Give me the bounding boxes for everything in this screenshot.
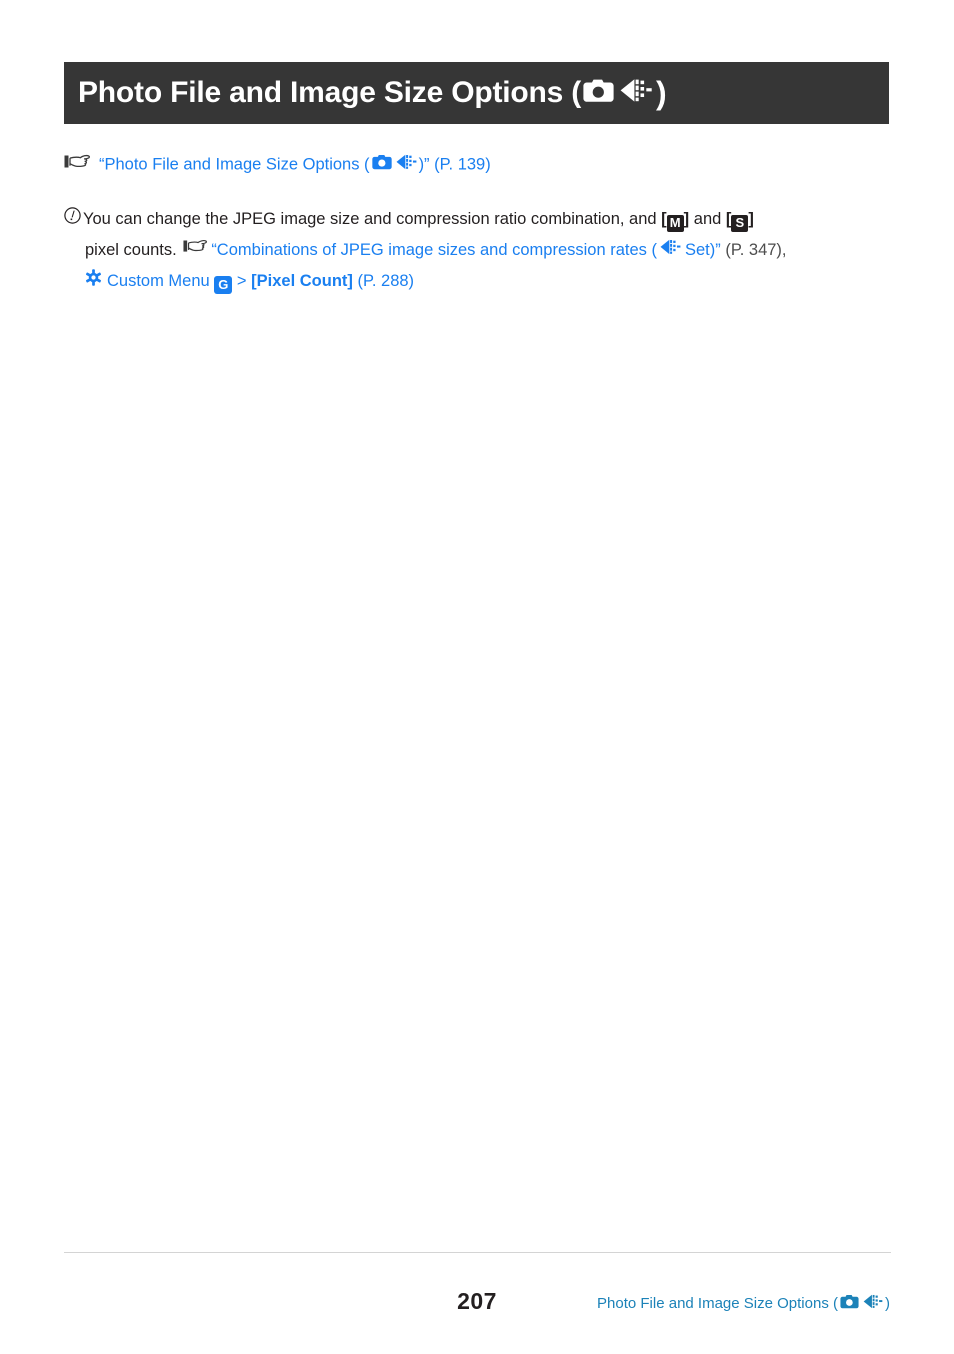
gear-icon (85, 266, 102, 297)
badge-s: S (731, 215, 749, 232)
menu-separator: > (236, 272, 247, 291)
note-line-2-text: pixel counts. (85, 241, 177, 260)
bracket-close-m: ] (683, 210, 690, 228)
image-quality-icon (863, 1294, 884, 1314)
page-title-bar: Photo File and Image Size Options () (64, 62, 889, 124)
footer-section-title: Photo File and Image Size Options () (597, 1294, 890, 1314)
note-line-3: Custom Menu G > [Pixel Count] (P. 288) (64, 266, 864, 297)
pointing-hand-icon (183, 235, 208, 266)
reference-link-text[interactable]: “Photo File and Image Size Options ( )” (… (99, 154, 491, 176)
reference-link-open: “Photo File and Image Size Options ( (99, 155, 370, 174)
image-quality-icon (620, 78, 654, 109)
camera-icon (583, 78, 614, 109)
bracket-open-m: [ (661, 210, 667, 228)
image-quality-icon (396, 154, 418, 176)
note-block: You can change the JPEG image size and c… (64, 204, 864, 297)
badge-m: M (666, 215, 684, 232)
note-line-2-page-ref: (P. 347), (725, 241, 787, 260)
note-line-3-page-ref: (P. 288) (357, 272, 415, 291)
note-link-combinations[interactable]: “Combinations of JPEG image sizes and co… (211, 241, 657, 259)
camera-icon (840, 1294, 859, 1314)
page-title-text: Photo File and Image Size Options ( (78, 76, 582, 109)
footer-title-text: Photo File and Image Size Options ( (597, 1295, 838, 1312)
bracket-close-s: ] (748, 210, 754, 228)
reference-link-line[interactable]: “Photo File and Image Size Options ( )” (… (64, 153, 491, 177)
pixel-count-setting[interactable]: [Pixel Count] (251, 272, 353, 290)
custom-menu-label[interactable]: Custom Menu (107, 272, 210, 290)
note-line-1-between: and (693, 210, 722, 228)
note-link-combinations-end[interactable]: Set)” (685, 241, 721, 259)
note-line-1: You can change the JPEG image size and c… (64, 204, 864, 235)
manual-page: Photo File and Image Size Options () “P… (0, 0, 954, 1354)
footer-title-close-paren: ) (885, 1295, 890, 1312)
pointing-hand-icon (64, 153, 90, 177)
reference-link-close: )” (418, 155, 430, 174)
page-title-close-paren: ) (656, 75, 667, 111)
note-line-2: pixel counts. “Combinations of JPEG imag… (64, 235, 864, 266)
page-title: Photo File and Image Size Options () (78, 77, 667, 109)
badge-g: G (214, 276, 233, 295)
reference-page-ref: (P. 139) (434, 155, 491, 174)
camera-icon (371, 154, 392, 176)
note-line-1-text: You can change the JPEG image size and c… (83, 210, 657, 228)
circled-exclamation-icon (64, 204, 81, 235)
footer-divider (64, 1252, 891, 1253)
image-quality-icon (660, 235, 682, 266)
